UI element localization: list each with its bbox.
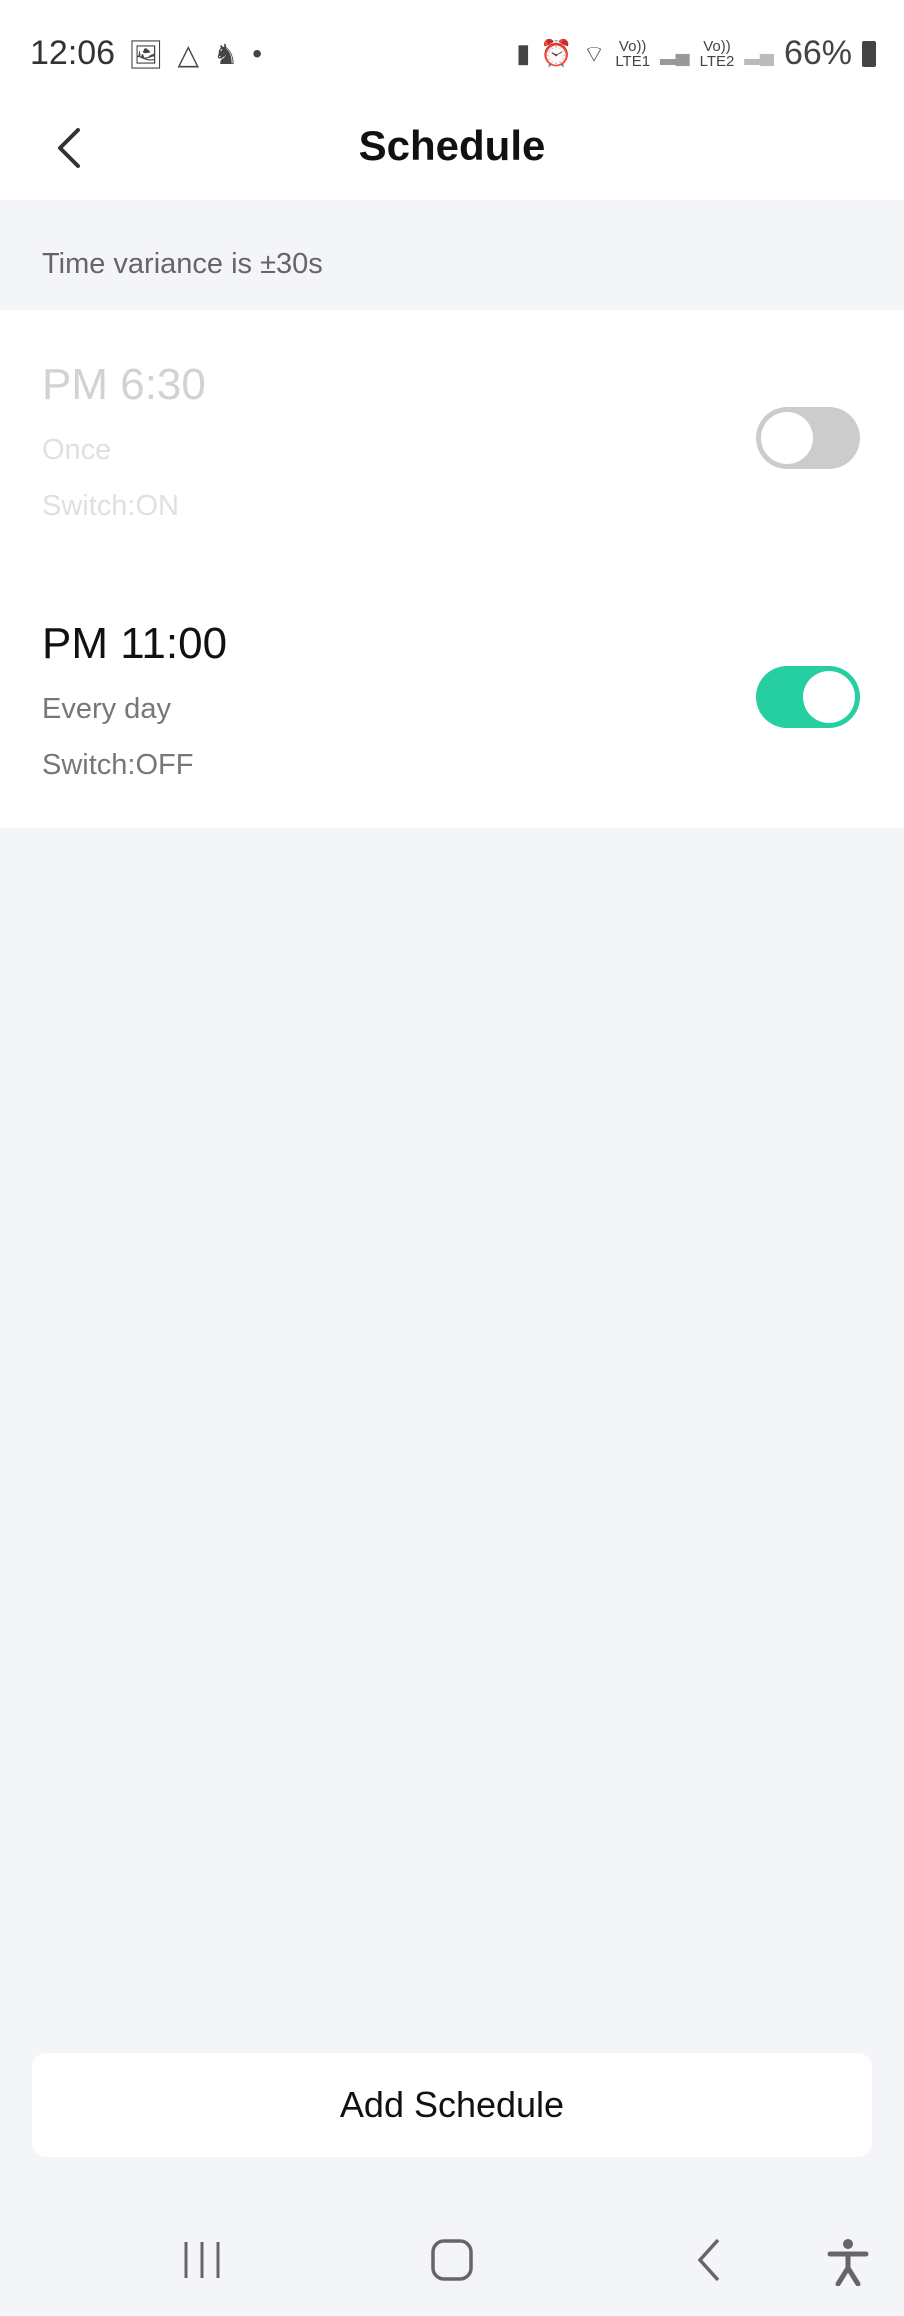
app-header: Schedule <box>0 100 904 200</box>
schedule-list: PM 6:30 Once Switch:ON PM 11:00 Every da… <box>0 310 904 828</box>
battery-percent: 66% <box>783 34 852 72</box>
schedule-repeat: Once <box>42 434 112 466</box>
battery-icon <box>862 40 876 67</box>
status-time: 12:06 <box>30 34 116 72</box>
dot-icon: • <box>252 38 263 69</box>
schedule-time: PM 11:00 <box>42 619 228 668</box>
schedule-action: Switch:ON <box>42 490 179 522</box>
lte1-label: LTE1 <box>615 52 651 70</box>
gallery-icon: 🖼 <box>128 39 164 70</box>
accessibility-button[interactable] <box>826 2238 870 2291</box>
schedule-repeat: Every day <box>42 693 171 725</box>
lte2-label: LTE2 <box>699 52 735 70</box>
page-title: Schedule <box>358 122 546 169</box>
system-back-button[interactable] <box>690 2238 734 2287</box>
recent-apps-icon <box>184 2242 220 2278</box>
schedule-time: PM 6:30 <box>42 360 206 409</box>
schedule-item[interactable]: PM 11:00 Every day Switch:OFF <box>0 569 904 828</box>
wifi-icon: ⌔ <box>582 40 606 68</box>
back-icon <box>697 2238 720 2282</box>
status-bar: 12:06 🖼 △ ♞ • ▮ ⏰ ⌔ Vo)) LTE1 ▂▄ Vo)) LTE2… <box>0 0 904 100</box>
home-icon <box>431 2239 473 2281</box>
schedule-action: Switch:OFF <box>42 749 194 781</box>
accessibility-icon <box>827 2239 869 2287</box>
home-button[interactable] <box>430 2238 474 2287</box>
schedule-toggle[interactable] <box>756 407 860 469</box>
drive-icon: △ <box>177 39 200 70</box>
alarm-icon: ⏰ <box>540 38 573 68</box>
signal-icon: ▂▄ <box>660 43 690 65</box>
schedule-item[interactable]: PM 6:30 Once Switch:ON <box>0 310 904 569</box>
add-schedule-button[interactable]: Add Schedule <box>32 2053 872 2157</box>
schedule-toggle[interactable] <box>756 666 860 728</box>
app-icon: ♞ <box>213 39 239 70</box>
volte-label: Vo)) <box>618 37 647 55</box>
system-nav-bar <box>0 2220 904 2316</box>
volte-label: Vo)) <box>703 37 731 55</box>
time-variance-note: Time variance is ±30s <box>42 248 323 280</box>
signal-icon: ▂▄ <box>744 43 774 65</box>
recent-apps-button[interactable] <box>180 2238 224 2287</box>
battery-saver-icon: ▮ <box>516 38 531 68</box>
